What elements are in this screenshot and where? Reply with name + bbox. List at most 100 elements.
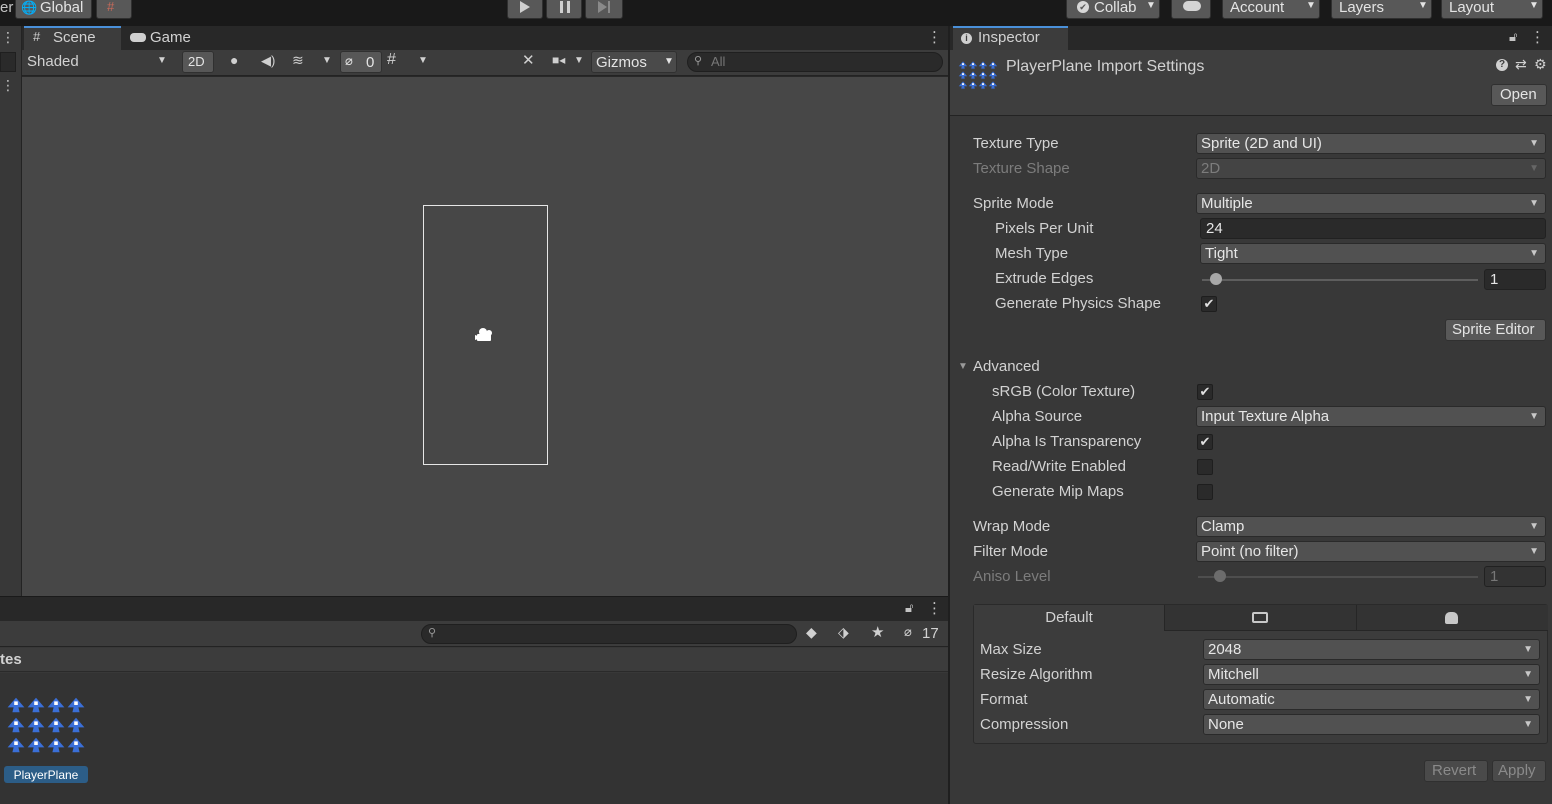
scene-viewport[interactable]: [22, 77, 948, 596]
tools-icon[interactable]: ✕: [522, 51, 535, 69]
read-write-checkbox[interactable]: [1197, 459, 1213, 475]
breadcrumb-stub[interactable]: tes: [0, 650, 22, 670]
help-icon[interactable]: ?: [1496, 59, 1508, 71]
account-dropdown[interactable]: Account ▼: [1222, 0, 1320, 19]
lighting-toggle-icon[interactable]: ●: [230, 52, 238, 68]
filter-by-type-icon[interactable]: ◆: [806, 624, 817, 641]
inspector-tab-bar: i Inspector 🔓︎ ⋮: [950, 26, 1552, 50]
hidden-objects-toggle[interactable]: ⌀ 0: [340, 51, 382, 73]
kebab-menu-icon[interactable]: ⋮: [1530, 28, 1545, 46]
platform-tab-default[interactable]: Default: [974, 605, 1164, 631]
kebab-menu-icon[interactable]: ⋮: [1, 77, 15, 94]
filter-mode-dropdown[interactable]: Point (no filter) ▼: [1196, 541, 1546, 562]
layers-label: Layers: [1339, 0, 1385, 16]
revert-button[interactable]: Revert: [1424, 760, 1488, 782]
project-search-input[interactable]: ⚲: [421, 624, 797, 644]
play-button[interactable]: [507, 0, 543, 19]
apply-button[interactable]: Apply: [1492, 760, 1546, 782]
extrude-edges-slider-thumb[interactable]: [1209, 273, 1222, 285]
grid-toggle-icon[interactable]: #: [387, 51, 396, 69]
srgb-checkbox[interactable]: ✔: [1197, 384, 1213, 400]
mip-maps-checkbox[interactable]: [1197, 484, 1213, 500]
format-label: Format: [980, 691, 1028, 708]
extrude-edges-slider-track[interactable]: [1202, 279, 1478, 281]
lock-icon[interactable]: 🔓︎: [905, 600, 913, 616]
inspector-title: PlayerPlane Import Settings: [1006, 58, 1205, 75]
alpha-is-transparency-checkbox[interactable]: ✔: [1197, 434, 1213, 450]
asset-item-playerplane[interactable]: PlayerPlane: [4, 693, 88, 783]
tab-scene[interactable]: # Scene: [24, 26, 121, 50]
scene-search-input[interactable]: ⚲ All: [687, 52, 943, 72]
alpha-source-dropdown[interactable]: Input Texture Alpha ▼: [1196, 406, 1546, 427]
collab-button[interactable]: ✔ Collab ▼: [1066, 0, 1160, 19]
kebab-menu-icon[interactable]: ⋮: [927, 599, 942, 617]
layers-dropdown[interactable]: Layers ▼: [1331, 0, 1432, 19]
tab-game[interactable]: Game: [122, 26, 212, 50]
sprite-frame-icon: [47, 697, 65, 713]
open-button[interactable]: Open: [1491, 84, 1547, 106]
scene-toolbar: Shaded ▼ 2D ● ◀) ≋ ▼ ⌀ 0 # ▼ ✕ ■◂ ▼ Gizm…: [22, 50, 948, 76]
texture-type-dropdown[interactable]: Sprite (2D and UI) ▼: [1196, 133, 1546, 154]
pause-button[interactable]: [546, 0, 582, 19]
max-size-dropdown[interactable]: 2048 ▼: [1203, 639, 1540, 660]
step-button[interactable]: [585, 0, 623, 19]
alpha-source-label: Alpha Source: [992, 408, 1083, 425]
sprite-frame-icon: [988, 61, 998, 69]
chevron-down-icon[interactable]: ▼: [418, 55, 428, 66]
generate-physics-shape-checkbox[interactable]: ✔: [1201, 296, 1217, 312]
chevron-down-icon: ▼: [1523, 644, 1533, 655]
globe-icon: 🌐: [21, 0, 38, 15]
extrude-edges-value: 1: [1490, 271, 1499, 288]
kebab-menu-icon[interactable]: ⋮: [1, 29, 15, 46]
alpha-is-transparency-label: Alpha Is Transparency: [992, 433, 1142, 450]
resize-algorithm-dropdown[interactable]: Mitchell ▼: [1203, 664, 1540, 685]
shading-mode-dropdown[interactable]: Shaded ▼: [22, 51, 172, 73]
chevron-down-icon: ▼: [1529, 546, 1539, 557]
eye-slash-icon: ⌀: [345, 53, 353, 68]
global-toggle-button[interactable]: 🌐 Global: [15, 0, 92, 19]
settings-gear-icon[interactable]: ⚙: [1534, 56, 1547, 73]
lock-icon[interactable]: 🔓︎: [1509, 29, 1517, 45]
wrap-mode-dropdown[interactable]: Clamp ▼: [1196, 516, 1546, 537]
pixels-per-unit-input[interactable]: 24: [1200, 218, 1546, 239]
format-dropdown[interactable]: Automatic ▼: [1203, 689, 1540, 710]
extrude-edges-label: Extrude Edges: [995, 270, 1094, 287]
layout-dropdown[interactable]: Layout ▼: [1441, 0, 1543, 19]
cloud-icon: [1183, 1, 1201, 11]
advanced-foldout-arrow-icon[interactable]: ▼: [958, 361, 968, 372]
chevron-down-icon[interactable]: ▼: [322, 55, 332, 66]
project-hidden-toggle[interactable]: ⌀ 17: [902, 623, 944, 645]
effects-toggle-icon[interactable]: ≋: [292, 52, 304, 69]
extrude-edges-input[interactable]: 1: [1484, 269, 1546, 290]
sprite-mode-dropdown[interactable]: Multiple ▼: [1196, 193, 1546, 214]
platform-tab-android[interactable]: [1356, 605, 1548, 631]
advanced-foldout-label[interactable]: Advanced: [973, 357, 1040, 377]
chevron-down-icon[interactable]: ▼: [574, 55, 584, 66]
camera-gizmo-icon[interactable]: [474, 327, 496, 343]
texture-shape-label: Texture Shape: [973, 160, 1070, 177]
sprite-frame-icon: [27, 697, 45, 713]
filter-by-label-icon[interactable]: ⬗: [838, 624, 849, 641]
toggle-2d-button[interactable]: 2D: [182, 51, 214, 73]
grid-snap-button[interactable]: #: [96, 0, 132, 19]
compression-dropdown[interactable]: None ▼: [1203, 714, 1540, 735]
mesh-type-dropdown[interactable]: Tight ▼: [1200, 243, 1546, 264]
favorites-star-icon[interactable]: ★: [871, 623, 884, 641]
sprite-sheet-thumbnail: [6, 695, 86, 755]
cloud-button[interactable]: [1171, 0, 1211, 19]
gizmos-dropdown[interactable]: Gizmos ▼: [591, 51, 677, 73]
sprite-editor-button[interactable]: Sprite Editor: [1445, 319, 1546, 341]
kebab-menu-icon[interactable]: ⋮: [927, 28, 942, 46]
scene-search-placeholder: All: [711, 54, 726, 69]
resize-algorithm-label: Resize Algorithm: [980, 666, 1093, 683]
camera-icon[interactable]: ■◂: [552, 53, 565, 67]
sprite-frame-icon: [988, 81, 998, 89]
sprite-frame-icon: [47, 717, 65, 733]
platform-tab-standalone[interactable]: [1164, 605, 1356, 631]
tab-inspector[interactable]: i Inspector: [953, 26, 1068, 50]
preset-icon[interactable]: ⇄: [1515, 56, 1527, 73]
gizmos-label: Gizmos: [596, 54, 647, 71]
audio-toggle-icon[interactable]: ◀): [261, 53, 275, 69]
asset-name-label: PlayerPlane: [4, 766, 88, 783]
sprite-frame-icon: [7, 717, 25, 733]
